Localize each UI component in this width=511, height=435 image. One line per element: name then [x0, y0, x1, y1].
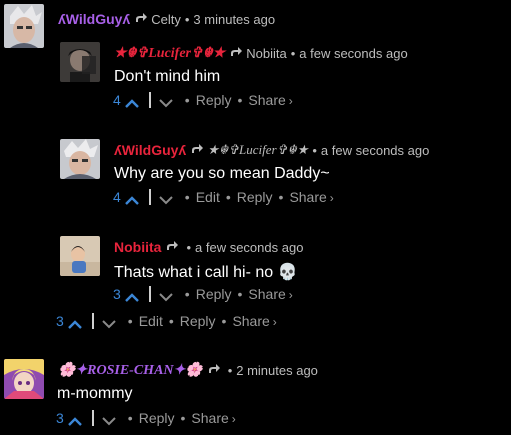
downvote-icon[interactable] [102, 413, 116, 426]
comment-text: Why are you so mean Daddy~ [114, 165, 330, 182]
separator-dot: • [278, 189, 284, 205]
chevron-right-icon: › [272, 315, 277, 329]
reply-button[interactable]: Reply [196, 286, 232, 302]
reply-button[interactable]: Reply [196, 92, 232, 108]
separator-dot: • [221, 313, 227, 329]
chevron-right-icon: › [231, 412, 236, 426]
comment-text: m-mommy [57, 385, 133, 402]
comment-header: ★☬✞Lucifer✞☬★ Nobiita • a few seconds ago [114, 44, 408, 62]
author-name[interactable]: 🌸✦ROSIE-CHAN✦🌸 [58, 362, 203, 379]
avatar[interactable] [60, 139, 100, 179]
reply-to-name[interactable]: Celty [151, 12, 181, 27]
vote-count: 3 [113, 286, 121, 302]
avatar[interactable] [60, 42, 100, 82]
timestamp[interactable]: a few seconds ago [299, 46, 407, 61]
separator-dot: • [184, 11, 190, 27]
separator-dot: • [290, 45, 296, 61]
reply-to-name[interactable]: Nobiita [246, 46, 286, 61]
separator-dot: • [237, 92, 243, 108]
reply-arrow-icon [191, 141, 204, 159]
share-button[interactable]: Share › [248, 92, 292, 108]
comment-header: ʎWildGuyʎ Celty • 3 minutes ago [58, 10, 275, 28]
separator-dot: • [237, 286, 243, 302]
vote-divider [148, 189, 151, 205]
avatar[interactable] [4, 359, 44, 399]
upvote-icon[interactable] [67, 413, 82, 426]
share-button[interactable]: Share › [248, 286, 292, 302]
comment-actions: 4 • Edit • Reply • Share › [113, 189, 334, 205]
separator-dot: • [180, 410, 186, 426]
chevron-right-icon: › [329, 191, 334, 205]
separator-dot: • [225, 189, 231, 205]
timestamp[interactable]: a few seconds ago [321, 143, 429, 158]
vote-divider [148, 92, 151, 108]
comment-actions: 3 • Reply • Share › [113, 286, 293, 302]
vote-count: 3 [56, 313, 64, 329]
downvote-icon[interactable] [159, 289, 173, 302]
comment-header: ʎWildGuyʎ ★☬✞Lucifer✞☬★ • a few seconds a… [114, 141, 429, 159]
separator-dot: • [312, 142, 317, 158]
edit-button[interactable]: Edit [139, 313, 163, 329]
share-button[interactable]: Share › [191, 410, 235, 426]
vote-count: 3 [56, 410, 64, 426]
comment-actions: 4 • Reply • Share › [113, 92, 293, 108]
vote-divider [148, 286, 151, 302]
upvote-icon[interactable] [124, 192, 139, 205]
reply-to-name[interactable]: ★☬✞Lucifer✞☬★ [207, 142, 308, 158]
reply-button[interactable]: Reply [139, 410, 175, 426]
reply-arrow-icon [135, 10, 148, 28]
author-name[interactable]: ʎWildGuyʎ [114, 142, 186, 158]
timestamp[interactable]: 2 minutes ago [236, 363, 318, 378]
separator-dot: • [184, 92, 190, 108]
reply-arrow-icon [208, 361, 221, 379]
author-name[interactable]: Nobiita [114, 239, 161, 255]
vote-divider [91, 313, 94, 329]
separator-dot: • [186, 239, 192, 255]
comment-text: Don't mind him [114, 68, 221, 85]
avatar[interactable] [60, 236, 100, 276]
reply-arrow-icon [166, 238, 179, 256]
share-button[interactable]: Share › [289, 189, 333, 205]
separator-dot: • [227, 362, 233, 378]
author-name[interactable]: ʎWildGuyʎ [58, 11, 130, 27]
chevron-right-icon: › [288, 94, 293, 108]
upvote-icon[interactable] [124, 95, 139, 108]
separator-dot: • [127, 313, 133, 329]
reply-arrow-icon [230, 44, 243, 62]
comment-header: Nobiita • a few seconds ago [114, 238, 303, 256]
reply-button[interactable]: Reply [237, 189, 273, 205]
timestamp[interactable]: a few seconds ago [195, 240, 303, 255]
vote-divider [91, 410, 94, 426]
share-label[interactable]: Share [289, 189, 326, 205]
separator-dot: • [168, 313, 174, 329]
comment-text: Thats what i call hi- no 💀 [114, 264, 298, 281]
reply-button[interactable]: Reply [180, 313, 216, 329]
comment-header: 🌸✦ROSIE-CHAN✦🌸 • 2 minutes ago [58, 361, 318, 379]
avatar[interactable] [4, 4, 44, 48]
share-button[interactable]: Share › [232, 313, 276, 329]
downvote-icon[interactable] [159, 95, 173, 108]
share-label[interactable]: Share [191, 410, 228, 426]
downvote-icon[interactable] [102, 316, 116, 329]
comment-actions: 3 • Edit • Reply • Share › [56, 313, 277, 329]
vote-count: 4 [113, 92, 121, 108]
upvote-icon[interactable] [67, 316, 82, 329]
vote-count: 4 [113, 189, 121, 205]
author-name[interactable]: ★☬✞Lucifer✞☬★ [114, 45, 225, 62]
separator-dot: • [184, 189, 190, 205]
downvote-icon[interactable] [159, 192, 173, 205]
separator-dot: • [127, 410, 133, 426]
share-label[interactable]: Share [248, 286, 285, 302]
edit-button[interactable]: Edit [196, 189, 220, 205]
comment-actions: 3 • Reply • Share › [56, 410, 236, 426]
share-label[interactable]: Share [232, 313, 269, 329]
upvote-icon[interactable] [124, 289, 139, 302]
share-label[interactable]: Share [248, 92, 285, 108]
separator-dot: • [184, 286, 190, 302]
timestamp[interactable]: 3 minutes ago [193, 12, 275, 27]
chevron-right-icon: › [288, 288, 293, 302]
